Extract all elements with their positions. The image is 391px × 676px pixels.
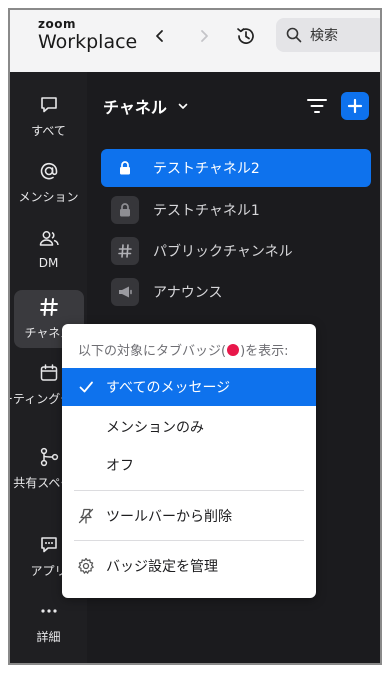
tab-badge-context-menu: 以下の対象にタブバッジ()を表示: すべてのメッセージ メンションのみ オフ ツ xyxy=(62,324,316,598)
hash-icon xyxy=(111,237,139,265)
menu-header: 以下の対象にタブバッジ( )を表示: xyxy=(78,340,289,359)
menu-header-text-2: )を表示: xyxy=(240,344,289,359)
channel-item[interactable]: テストチャネル2 xyxy=(101,149,371,187)
app-window: zoom Workplace 検索 すべて メンション DM チャネル ティング… xyxy=(8,8,382,665)
menu-option-label: メンションのみ xyxy=(106,420,204,436)
menu-option-label: オフ xyxy=(106,458,134,474)
channel-name: テストチャネル2 xyxy=(153,161,260,177)
checkmark-icon xyxy=(76,377,96,397)
channel-item[interactable]: テストチャネル1 xyxy=(101,191,371,229)
lock-icon xyxy=(111,196,139,224)
rail-label-more: 詳細 xyxy=(36,630,61,644)
search-input[interactable]: 検索 xyxy=(276,18,380,52)
menu-header-text-1: 以下の対象にタブバッジ( xyxy=(78,344,227,359)
menu-option-mentions-only[interactable]: メンションのみ xyxy=(62,408,316,446)
page-title: チャネル xyxy=(103,98,167,117)
channel-item[interactable]: パブリックチャンネル xyxy=(101,232,371,270)
menu-divider xyxy=(74,540,304,541)
badge-dot-icon xyxy=(227,344,240,356)
menu-option-label: すべてのメッセージ xyxy=(106,380,231,396)
share-icon xyxy=(40,447,58,467)
history-button[interactable] xyxy=(232,22,260,50)
hash-icon xyxy=(39,298,58,316)
search-icon xyxy=(286,27,302,43)
gear-icon xyxy=(76,556,96,576)
add-channel-button[interactable] xyxy=(341,92,369,120)
remove-from-toolbar-label: ツールバーから削除 xyxy=(106,509,232,525)
menu-option-all-messages[interactable]: すべてのメッセージ xyxy=(62,368,316,406)
channel-name: パブリックチャンネル xyxy=(153,244,293,260)
chevron-left-icon xyxy=(156,30,163,42)
rail-label-mentions: メンション xyxy=(18,190,79,204)
more-icon xyxy=(40,609,57,613)
people-icon xyxy=(39,231,59,246)
zoom-logo: zoom Workplace xyxy=(38,18,137,54)
manage-badge-settings-button[interactable]: バッジ設定を管理 xyxy=(62,547,316,585)
rail-item-mentions[interactable]: メンション xyxy=(10,160,87,205)
remove-from-toolbar-button[interactable]: ツールバーから削除 xyxy=(62,497,316,535)
forward-button[interactable] xyxy=(190,22,218,50)
lock-icon xyxy=(111,154,139,182)
at-icon xyxy=(40,162,57,180)
rail-label-all: すべて xyxy=(31,124,66,138)
filter-icon xyxy=(307,99,327,113)
channel-item[interactable]: アナウンス xyxy=(101,273,371,311)
chevron-down-icon xyxy=(178,103,188,109)
filter-button[interactable] xyxy=(305,94,329,118)
app-icon xyxy=(40,537,57,553)
unpin-icon xyxy=(76,506,96,526)
manage-badge-settings-label: バッジ設定を管理 xyxy=(106,559,218,575)
search-placeholder: 検索 xyxy=(310,28,338,44)
rail-item-more[interactable]: 詳細 xyxy=(10,600,87,645)
plus-icon xyxy=(347,98,363,114)
channel-name: テストチャネル1 xyxy=(153,203,260,219)
brand-product: Workplace xyxy=(38,31,138,53)
channel-name: アナウンス xyxy=(153,285,223,301)
channel-list-header[interactable]: チャネル xyxy=(103,94,189,118)
menu-option-off[interactable]: オフ xyxy=(62,446,316,484)
rail-item-all[interactable]: すべて xyxy=(10,94,87,139)
back-button[interactable] xyxy=(146,22,174,50)
brand-zoom: zoom xyxy=(38,17,76,31)
menu-divider xyxy=(74,490,304,491)
rail-label-dm: DM xyxy=(38,256,59,270)
calendar-icon xyxy=(40,364,57,381)
rail-item-dm[interactable]: DM xyxy=(10,228,87,270)
megaphone-icon xyxy=(111,278,139,306)
chevron-right-icon xyxy=(201,30,208,42)
top-bar: zoom Workplace 検索 xyxy=(10,10,380,72)
chat-bubble-icon xyxy=(40,97,57,113)
history-icon xyxy=(237,28,254,44)
